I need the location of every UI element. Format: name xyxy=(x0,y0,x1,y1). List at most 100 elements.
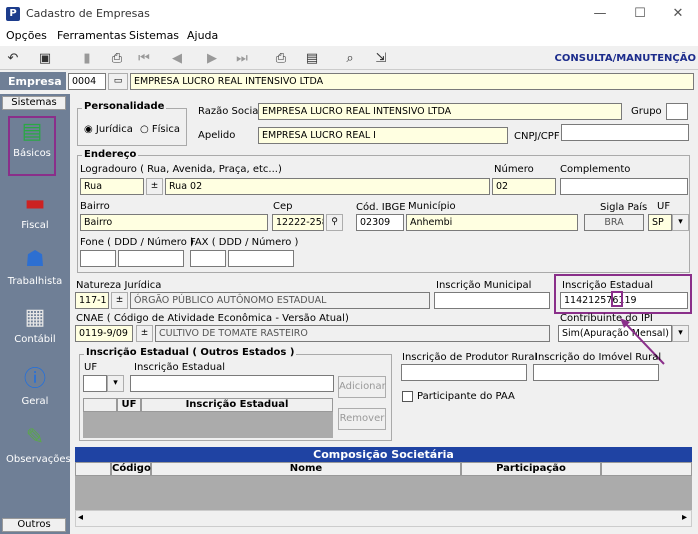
ibge-field[interactable]: 02309 xyxy=(356,214,404,231)
remover-button[interactable]: Remover xyxy=(338,408,386,430)
next-record-icon[interactable]: ▶ xyxy=(203,50,221,68)
sidebar-item-label: Básicos xyxy=(13,148,51,159)
cnae-desc-field: CULTIVO DE TOMATE RASTEIRO xyxy=(155,325,550,342)
scroll-left-icon[interactable]: ◂ xyxy=(78,512,83,523)
empresa-label: Empresa xyxy=(0,72,66,90)
col-codigo[interactable]: Código xyxy=(111,462,151,476)
sigla-pais-label: Sigla País xyxy=(600,202,648,213)
menu-sistemas[interactable]: Sistemas xyxy=(129,29,179,42)
preview-icon[interactable]: ⎙ xyxy=(108,50,126,68)
last-record-icon[interactable]: ⏭ xyxy=(233,50,251,68)
razao-social-field[interactable]: EMPRESA LUCRO REAL INTENSIVO LTDA xyxy=(258,103,622,120)
oe-col-uf[interactable]: UF xyxy=(117,398,141,412)
imovel-rural-field[interactable] xyxy=(533,364,659,381)
empresa-code-field[interactable]: 0004 xyxy=(68,73,106,90)
horizontal-scrollbar[interactable] xyxy=(75,510,692,527)
sidebar-item-fiscal[interactable]: ▬ Fiscal xyxy=(6,190,64,231)
imovel-rural-label: Inscrição do Imóvel Rural xyxy=(535,352,662,363)
fax-numero-field[interactable] xyxy=(228,250,294,267)
minimize-button[interactable]: — xyxy=(586,4,614,24)
fone-label: Fone ( DDD / Número ) xyxy=(80,237,194,248)
exit-icon[interactable]: ⇲ xyxy=(372,50,390,68)
save-icon[interactable]: ▣ xyxy=(36,50,54,68)
menu-ferramentas[interactable]: Ferramentas xyxy=(57,29,126,42)
endereco-title: Endereço xyxy=(82,149,139,160)
tipo-logradouro-field[interactable]: Rua xyxy=(80,178,144,195)
print-icon[interactable]: ⎙ xyxy=(272,50,290,68)
radio-juridica-label: Jurídica xyxy=(95,124,133,135)
uf-label: UF xyxy=(657,201,671,212)
binoculars-icon[interactable]: ⚲ xyxy=(326,214,343,231)
col-participacao[interactable]: Participação xyxy=(461,462,601,476)
paa-checkbox[interactable] xyxy=(402,391,413,402)
sidebar-header[interactable]: Sistemas xyxy=(2,96,66,110)
sidebar-item-trabalhista[interactable]: ☗ Trabalhista xyxy=(6,246,64,287)
fax-ddd-field[interactable] xyxy=(190,250,226,267)
apelido-label: Apelido xyxy=(198,130,236,141)
first-record-icon[interactable]: ⏮ xyxy=(135,50,153,68)
sidebar-item-contabil[interactable]: ▦ Contábil xyxy=(6,304,64,345)
menu-opcoes[interactable]: Opções xyxy=(6,29,47,42)
sidebar-item-label: Observações xyxy=(6,454,71,465)
cep-field[interactable]: 12222-258 xyxy=(272,214,324,231)
radio-fisica[interactable]: ○ Física xyxy=(140,124,180,135)
new-record-icon[interactable]: ▮ xyxy=(78,50,96,68)
oe-uf-select[interactable] xyxy=(83,375,107,392)
composicao-title: Composição Societária xyxy=(75,447,692,462)
sidebar-footer[interactable]: Outros xyxy=(2,518,66,532)
sidebar-item-label: Geral xyxy=(21,396,49,407)
sidebar-item-label: Trabalhista xyxy=(7,276,63,287)
oe-ie-field[interactable] xyxy=(130,375,334,392)
oe-uf-chevron-down-icon[interactable]: ▾ xyxy=(107,375,124,392)
uf-select[interactable]: SP xyxy=(648,214,672,231)
cnae-code-field[interactable]: 0119-9/09 xyxy=(75,325,133,342)
numero-field[interactable]: 02 xyxy=(492,178,556,195)
uf-dropdown-chevron-icon[interactable]: ▾ xyxy=(672,214,689,231)
sidebar-item-observacoes[interactable]: ✎ Observações xyxy=(6,424,71,465)
sidebar-item-geral[interactable]: ⓘ Geral xyxy=(6,366,64,407)
search-icon[interactable]: ⌕ xyxy=(341,50,359,68)
ibge-label: Cód. IBGE xyxy=(356,202,406,213)
radio-fisica-label: Física xyxy=(151,124,181,135)
adicionar-button[interactable]: Adicionar xyxy=(338,376,386,398)
contribuinte-chevron-down-icon[interactable]: ▾ xyxy=(672,325,689,342)
undo-icon[interactable]: ↶ xyxy=(4,50,22,68)
folder-open-icon[interactable]: ▭ xyxy=(108,73,128,90)
menu-ajuda[interactable]: Ajuda xyxy=(187,29,218,42)
oe-col-ie[interactable]: Inscrição Estadual xyxy=(141,398,333,412)
close-button[interactable]: ✕ xyxy=(664,4,692,24)
apelido-field[interactable]: EMPRESA LUCRO REAL I xyxy=(258,127,508,144)
scroll-right-icon[interactable]: ▸ xyxy=(682,512,687,523)
bairro-label: Bairro xyxy=(80,201,110,212)
sidebar-item-label: Fiscal xyxy=(21,220,49,231)
prev-record-icon[interactable]: ◀ xyxy=(168,50,186,68)
produtor-rural-field[interactable] xyxy=(401,364,527,381)
fone-numero-field[interactable] xyxy=(118,250,184,267)
maximize-button[interactable]: ☐ xyxy=(626,4,654,24)
natureza-lookup[interactable]: ± xyxy=(111,292,128,309)
paa-label: Participante do PAA xyxy=(417,391,515,402)
municipio-field[interactable]: Anhembi xyxy=(406,214,578,231)
logradouro-field[interactable]: Rua 02 xyxy=(165,178,490,195)
col-empty xyxy=(601,462,692,476)
insc-municipal-field[interactable] xyxy=(434,292,550,309)
stamp-icon: ▬ xyxy=(24,191,46,216)
oe-grid-corner xyxy=(83,398,117,412)
bairro-field[interactable]: Bairro xyxy=(80,214,268,231)
cnae-lookup[interactable]: ± xyxy=(136,325,153,342)
sidebar-item-basicos[interactable]: ▤ Básicos xyxy=(8,116,56,176)
report-icon[interactable]: ▤ xyxy=(303,50,321,68)
info-icon: ⓘ xyxy=(23,367,46,392)
col-nome[interactable]: Nome xyxy=(151,462,461,476)
natureza-code-field[interactable]: 117-1 xyxy=(75,292,109,309)
fone-ddd-field[interactable] xyxy=(80,250,116,267)
empresa-name-field[interactable]: EMPRESA LUCRO REAL INTENSIVO LTDA xyxy=(130,73,694,90)
radio-juridica[interactable]: ◉ Jurídica xyxy=(84,124,133,135)
tipo-logradouro-lookup[interactable]: ± xyxy=(146,178,163,195)
grupo-field[interactable] xyxy=(666,103,688,120)
municipio-label: Município xyxy=(408,201,456,212)
complemento-field[interactable] xyxy=(560,178,688,195)
composicao-corner xyxy=(75,462,111,476)
sigla-pais-field[interactable]: BRA xyxy=(584,214,644,231)
cnpj-field[interactable] xyxy=(561,124,689,141)
